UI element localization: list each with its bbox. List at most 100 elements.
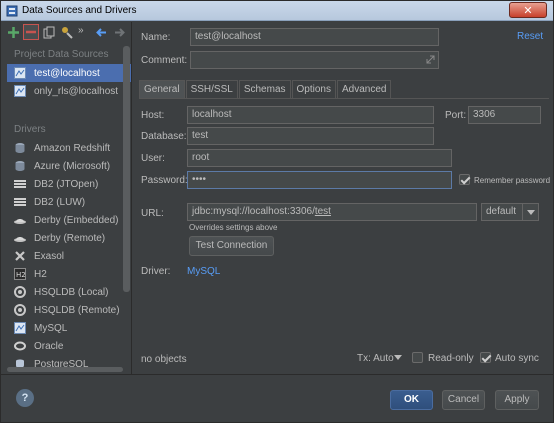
tab-options[interactable]: Options [291,80,336,98]
driver-item[interactable]: H2 H2 [7,265,131,283]
host-field[interactable]: localhost [187,106,434,124]
window-title: Data Sources and Drivers [22,5,137,16]
help-icon[interactable]: ? [16,389,34,407]
oracle-icon [14,341,26,351]
driver-item[interactable]: Derby (Remote) [7,229,131,247]
driver-item[interactable]: HSQLDB (Remote) [7,301,131,319]
objects-status: no objects [141,354,187,365]
dialog-window: Data Sources and Drivers ✕ » Project Dat… [0,0,554,423]
driver-item[interactable]: HSQLDB (Local) [7,283,131,301]
ibm-icon [14,180,26,188]
driver-item[interactable]: DB2 (LUW) [7,193,131,211]
database-app-icon [6,5,18,17]
expand-icon[interactable] [426,55,435,64]
test-connection-button[interactable]: Test Connection [189,236,274,256]
password-field[interactable]: •••• [187,171,452,189]
drivers-heading: Drivers [14,124,46,135]
user-field[interactable]: root [187,149,452,167]
datasource-item[interactable]: test@localhost [7,64,131,82]
driver-item[interactable]: DB2 (JTOpen) [7,175,131,193]
more-icon[interactable]: » [78,25,84,36]
tx-mode-dropdown[interactable]: Tx: Auto [357,353,394,364]
sidebar-toolbar: » [1,22,132,44]
url-field[interactable]: jdbc:mysql://localhost:3306/test [187,203,477,221]
driver-label: HSQLDB (Local) [34,286,109,298]
database-field[interactable]: test [187,127,434,145]
driver-item[interactable]: MySQL [7,319,131,337]
ok-button[interactable]: OK [390,390,433,410]
url-label: URL: [141,208,164,219]
remember-password-label: Remember password [474,176,551,185]
add-icon[interactable] [7,26,20,39]
database-icon [15,161,25,171]
tab-advanced[interactable]: Advanced [336,80,392,98]
driver-label: Amazon Redshift [34,142,111,154]
title-bar: Data Sources and Drivers ✕ [1,1,553,21]
mysql-icon [14,322,26,334]
database-icon [15,143,25,153]
driver-label: Exasol [34,250,65,262]
project-sources-heading: Project Data Sources [14,49,109,60]
port-label: Port: [445,110,467,121]
hsqldb-icon [14,286,26,298]
port-field[interactable]: 3306 [468,106,541,124]
database-label: Database: [141,131,187,142]
driver-label: Azure (Microsoft) [34,160,111,172]
read-only-checkbox[interactable] [412,352,423,363]
hsqldb-icon [14,304,26,316]
properties-icon[interactable] [61,26,74,39]
user-label: User: [141,153,165,164]
driver-item[interactable]: Oracle [7,337,131,355]
driver-label: Derby (Remote) [34,232,106,244]
driver-label: HSQLDB (Remote) [34,304,120,316]
driver-item[interactable]: Azure (Microsoft) [7,157,131,175]
comment-field[interactable] [190,51,439,69]
cancel-button[interactable]: Cancel [442,390,485,410]
chevron-down-icon [522,204,538,220]
driver-label: DB2 (LUW) [34,196,86,208]
reset-link[interactable]: Reset [517,31,543,42]
driver-label: Oracle [34,340,64,352]
name-field[interactable]: test@localhost [190,28,439,46]
datasource-item[interactable]: only_rls@localhost [7,82,131,100]
auto-sync-checkbox[interactable] [480,352,491,363]
tab-divider [139,98,549,99]
remember-password-checkbox[interactable] [459,174,470,185]
driver-item[interactable]: Exasol [7,247,131,265]
url-prefix: jdbc:mysql://localhost:3306/ [192,206,315,217]
auto-sync-label: Auto sync [495,353,539,364]
tab-general[interactable]: General [139,80,185,98]
mysql-datasource-icon [14,85,26,97]
driver-item[interactable]: Amazon Redshift [7,139,131,157]
forward-arrow-icon[interactable] [113,26,126,39]
close-button[interactable]: ✕ [509,2,547,18]
close-icon: ✕ [523,4,533,17]
datasource-label: test@localhost [34,67,100,79]
driver-label: DB2 (JTOpen) [34,178,99,190]
mysql-datasource-icon [14,67,26,79]
host-label: Host: [141,110,165,121]
password-label: Password: [141,175,188,186]
driver-label: Derby (Embedded) [34,214,119,226]
remove-icon[interactable] [23,24,39,40]
tab-schemas[interactable]: Schemas [238,80,291,98]
back-arrow-icon[interactable] [95,26,108,39]
tab-ssh-ssl[interactable]: SSH/SSL [185,80,238,98]
apply-button[interactable]: Apply [495,390,539,410]
footer-divider [1,374,553,375]
tab-bar: General SSH/SSL Schemas Options Advanced [139,80,392,98]
driver-item[interactable]: Derby (Embedded) [7,211,131,229]
chevron-down-icon[interactable] [394,355,402,361]
derby-hat-icon [14,219,26,224]
ibm-icon [14,198,26,206]
name-label: Name: [141,32,171,43]
driver-link[interactable]: MySQL [187,266,220,277]
sidebar: » Project Data Sources test@localhost on… [1,22,132,374]
driver-label: MySQL [34,322,68,334]
exasol-icon [15,251,25,261]
copy-icon[interactable] [43,26,56,39]
sidebar-vertical-scrollbar[interactable] [123,46,130,292]
driver-label: H2 [34,268,47,280]
url-mode-select[interactable]: default [481,203,539,221]
sidebar-horizontal-scrollbar[interactable] [7,367,123,372]
